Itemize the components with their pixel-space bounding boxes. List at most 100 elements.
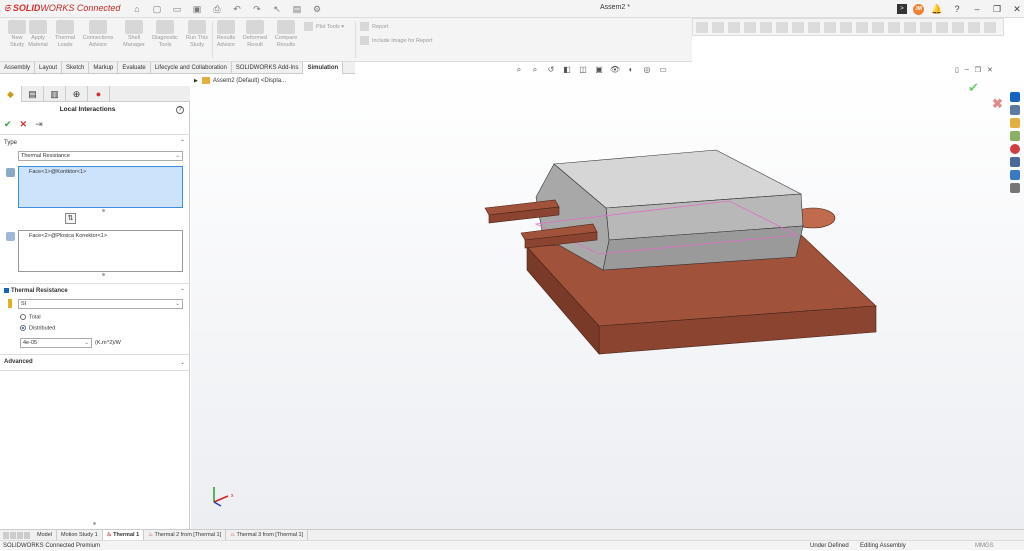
feature-tree-flyout[interactable]: ▶ Assem2 (Default) <Displa... xyxy=(194,77,286,84)
tab-simulation[interactable]: Simulation xyxy=(303,62,344,74)
scene-icon[interactable]: ◎ xyxy=(641,64,653,75)
view-settings-icon[interactable]: ▭ xyxy=(657,64,669,75)
minimize-icon[interactable]: – xyxy=(970,2,984,16)
confirm-cancel-icon[interactable]: ✖ xyxy=(992,96,1003,112)
feature-manager-tab[interactable]: ◆ xyxy=(0,86,22,102)
tool-icon[interactable] xyxy=(744,22,756,33)
custom-properties-icon[interactable] xyxy=(1010,157,1020,167)
last-tab-icon[interactable] xyxy=(24,531,30,539)
edit-appearance-icon[interactable]: ◐ xyxy=(625,64,637,75)
deformed-result-button[interactable]: Deformed Result xyxy=(238,20,272,48)
tool-icon[interactable] xyxy=(776,22,788,33)
model-view[interactable] xyxy=(191,74,1024,529)
tool-icon[interactable] xyxy=(760,22,772,33)
tab-sketch[interactable]: Sketch xyxy=(62,62,90,74)
diagnostic-tools-button[interactable]: Diagnostic Tools xyxy=(148,20,182,48)
tool-icon[interactable] xyxy=(952,22,964,33)
close-icon[interactable]: ✕ xyxy=(1010,2,1024,16)
thermal-resistance-header[interactable]: Thermal Resistance xyxy=(4,288,68,294)
collapse-caret-icon[interactable]: ⌃ xyxy=(180,288,185,295)
command-prompt-icon[interactable]: > xyxy=(897,4,907,14)
tab-lifecycle[interactable]: Lifecycle and Collaboration xyxy=(151,62,232,74)
3d-pdf-icon[interactable] xyxy=(1010,183,1020,193)
tool-icon[interactable] xyxy=(888,22,900,33)
appearances-icon[interactable] xyxy=(1010,144,1020,154)
next-tab-icon[interactable] xyxy=(17,531,23,539)
home-icon[interactable]: ⌂ xyxy=(130,3,144,15)
unit-system-dropdown[interactable]: SI ⌄ xyxy=(18,299,183,309)
tool-icon[interactable] xyxy=(824,22,836,33)
undo-icon[interactable]: ↶ xyxy=(230,3,244,15)
zoom-to-fit-icon[interactable]: ⌕ xyxy=(513,64,525,75)
rebuild-icon[interactable]: ▤ xyxy=(290,3,304,15)
shell-manager-button[interactable]: Shell Manager xyxy=(117,20,151,48)
previous-view-icon[interactable]: ↺ xyxy=(545,64,557,75)
print-icon[interactable]: ⎙ xyxy=(210,3,224,15)
user-avatar[interactable]: JM xyxy=(913,3,924,15)
collapse-caret-icon[interactable]: ⌃ xyxy=(180,139,185,146)
help-icon[interactable]: ? xyxy=(950,2,964,16)
section-view-icon[interactable]: ◧ xyxy=(561,64,573,75)
tab-model[interactable]: Model xyxy=(33,530,57,540)
compare-results-button[interactable]: Compare Results xyxy=(269,20,303,48)
open-folder-icon[interactable]: ▭ xyxy=(170,3,184,15)
flip-selection-icon[interactable]: ⇅ xyxy=(65,213,76,224)
tool-icon[interactable] xyxy=(792,22,804,33)
configuration-manager-tab[interactable]: ▥ xyxy=(44,86,66,102)
display-style-icon[interactable]: ▣ xyxy=(593,64,605,75)
tool-icon[interactable] xyxy=(920,22,932,33)
include-image-button[interactable]: Include Image for Report xyxy=(360,36,433,45)
tab-evaluate[interactable]: Evaluate xyxy=(118,62,151,74)
dimxpert-tab[interactable]: ⊕ xyxy=(66,86,88,102)
tab-layout[interactable]: Layout xyxy=(35,62,63,74)
tool-icon[interactable] xyxy=(904,22,916,33)
plot-tools-button[interactable]: Plot Tools ▾ xyxy=(304,22,344,31)
connections-advisor-button[interactable]: Connections Advisor xyxy=(81,20,115,48)
face1-item[interactable]: Face<1>@Kontktor<1> xyxy=(29,169,86,175)
view-orientation-icon[interactable]: ◫ xyxy=(577,64,589,75)
tool-icon[interactable] xyxy=(840,22,852,33)
forum-icon[interactable] xyxy=(1010,170,1020,180)
tab-motion-study[interactable]: Motion Study 1 xyxy=(57,530,103,540)
file-explorer-icon[interactable] xyxy=(1010,118,1020,128)
options-gear-icon[interactable]: ⚙ xyxy=(310,3,324,15)
hide-show-icon[interactable]: 👁 xyxy=(609,64,621,75)
new-document-icon[interactable]: ▢ xyxy=(150,3,164,15)
resize-handle[interactable] xyxy=(102,209,105,212)
expand-triangle-icon[interactable]: ▶ xyxy=(194,78,198,84)
tab-thermal-2[interactable]: ♨ Thermal 2 from [Thermal 1] xyxy=(144,530,227,540)
radio-selected-icon[interactable] xyxy=(20,325,26,331)
display-manager-tab[interactable]: ● xyxy=(88,86,110,102)
close-window-icon[interactable]: ✕ xyxy=(987,66,993,74)
tool-icon[interactable] xyxy=(968,22,980,33)
solidworks-resources-icon[interactable] xyxy=(1010,92,1020,102)
face2-item[interactable]: Face<2>@Plosica Konektor<1> xyxy=(29,233,107,239)
design-library-icon[interactable] xyxy=(1010,105,1020,115)
tab-assembly[interactable]: Assembly xyxy=(0,62,36,74)
advanced-header[interactable]: Advanced xyxy=(4,359,33,365)
tile-icon[interactable]: ▯ xyxy=(955,66,959,74)
first-tab-icon[interactable] xyxy=(3,531,9,539)
tab-thermal-1[interactable]: ♨ Thermal 1 xyxy=(102,530,145,540)
tab-thermal-3[interactable]: ♨ Thermal 3 from [Thermal 1] xyxy=(226,530,309,540)
tool-icon[interactable] xyxy=(856,22,868,33)
previous-tab-icon[interactable] xyxy=(10,531,16,539)
tool-icon[interactable] xyxy=(936,22,948,33)
tab-addins[interactable]: SOLIDWORKS Add-Ins xyxy=(232,62,304,74)
tool-icon[interactable] xyxy=(872,22,884,33)
total-radio[interactable]: Total xyxy=(20,314,41,320)
type-dropdown[interactable]: Thermal Resistance ⌄ xyxy=(18,151,183,161)
ok-check-icon[interactable]: ✔ xyxy=(4,119,12,130)
expand-caret-icon[interactable]: ⌄ xyxy=(180,359,185,366)
thermal-loads-button[interactable]: Thermal Loads xyxy=(48,20,82,48)
tool-icon[interactable] xyxy=(712,22,724,33)
radio-icon[interactable] xyxy=(20,314,26,320)
set1-selection-box[interactable]: Face<1>@Kontktor<1> xyxy=(18,166,183,208)
resistance-value-input[interactable]: 4e-05 ⌄ xyxy=(20,338,92,348)
minimize-window-icon[interactable]: – xyxy=(965,66,969,74)
tool-icon[interactable] xyxy=(696,22,708,33)
report-button[interactable]: Report xyxy=(360,22,389,31)
type-section-header[interactable]: Type xyxy=(4,140,17,146)
pin-icon[interactable]: ⇥ xyxy=(35,119,43,130)
panel-resize-handle[interactable] xyxy=(93,522,96,525)
